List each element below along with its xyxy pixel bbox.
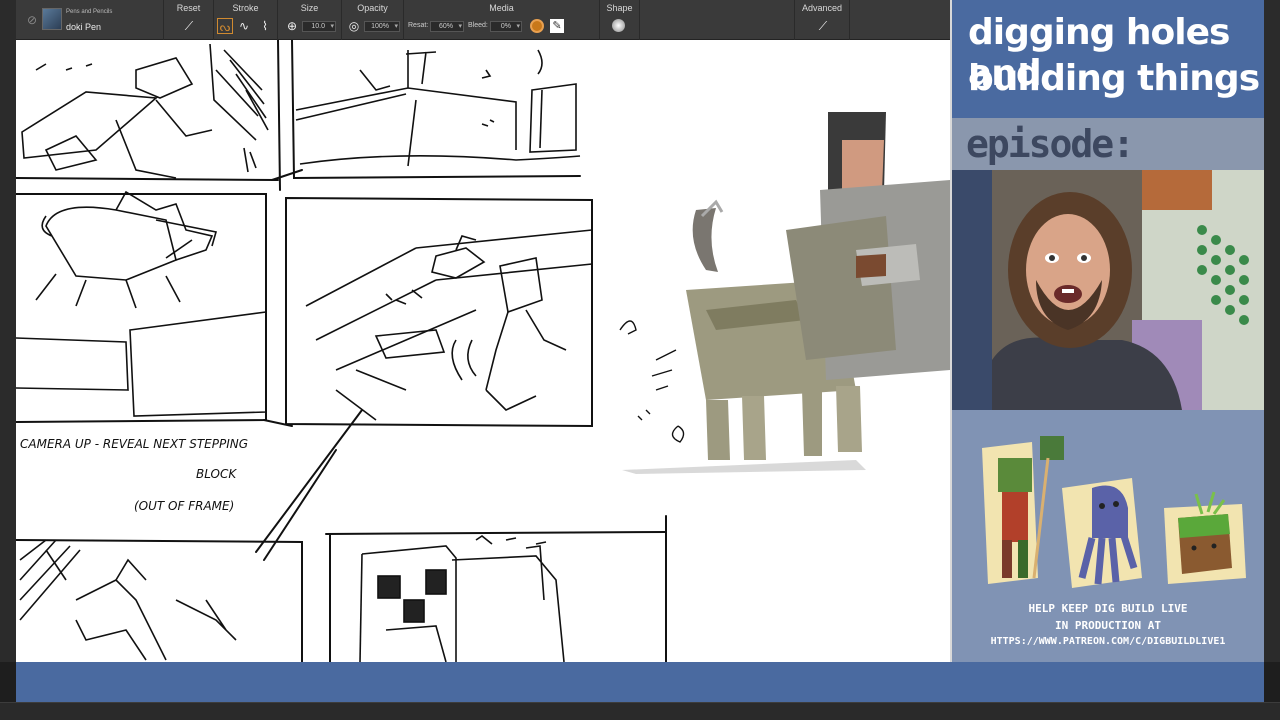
mascot-grass-block [1164, 491, 1246, 584]
show-title-line-2: building things [968, 58, 1260, 99]
brush-name: doki Pen [66, 22, 102, 32]
note-line-2: BLOCK [196, 467, 237, 481]
status-strip [0, 702, 1280, 720]
note-line-3: (OUT OF FRAME) [134, 499, 234, 513]
promo-line-2: IN PRODUCTION AT [1055, 619, 1161, 632]
brush-icon [42, 8, 62, 30]
opacity-icon: ◎ [348, 19, 360, 33]
bleed-value: 0% [500, 23, 511, 30]
sketch-panel-4 [305, 229, 593, 421]
sketch-panel-5 [19, 539, 237, 661]
media-section: Media Resat: 60% ▾ Bleed: 0% ▾ ✎ [404, 0, 600, 40]
resat-label: Resat: [408, 22, 429, 29]
webcam-image [952, 170, 1264, 410]
mascot-squid [1062, 478, 1142, 588]
shape-icon[interactable] [612, 19, 625, 32]
note-line-1: CAMERA UP - REVEAL NEXT STEPPING [20, 437, 248, 451]
stroke-type-icon[interactable]: ᔓ [217, 18, 233, 34]
sketch-panel-1 [21, 43, 269, 179]
opacity-field[interactable]: 100% ▾ [364, 21, 400, 32]
stream-overlay-panel: digging holes and building things episod… [950, 0, 1280, 662]
bottom-right-corner [1264, 662, 1280, 702]
promo-line-1: HELP KEEP DIG BUILD LIVE [1028, 602, 1188, 615]
advanced-section: Advanced ⟋ [794, 0, 850, 40]
patreon-url: HTTPS://WWW.PATREON.COM/C/DIGBUILDLIVE1 [990, 636, 1226, 647]
reset-label: Reset [176, 3, 201, 13]
brush-category-icon: ⊘ [26, 13, 38, 27]
bleed-field[interactable]: 0% ▾ [490, 21, 522, 32]
sketch-artwork: CAMERA UP - REVEAL NEXT STEPPING BLOCK (… [16, 40, 950, 662]
opacity-value: 100% [371, 23, 389, 30]
brush-property-bar: ⊘ Pens and Pencils doki Pen Reset ⟋ Stro… [16, 0, 950, 40]
bottom-banner [16, 662, 1264, 702]
right-edge-strip [1264, 0, 1280, 662]
title-box: digging holes and building things [952, 0, 1264, 118]
brush-category: Pens and Pencils [66, 9, 113, 15]
media-label: Media [489, 3, 514, 13]
panel-border [16, 177, 279, 181]
stroke-label: Stroke [232, 3, 259, 13]
wolf-painting [619, 112, 950, 474]
color-swatch-icon[interactable] [530, 19, 544, 33]
mascot-zombie [982, 436, 1064, 584]
resat-field[interactable]: 60% ▾ [430, 21, 464, 32]
patreon-promo: HELP KEEP DIG BUILD LIVE IN PRODUCTION A… [952, 410, 1264, 662]
size-label: Size [300, 3, 319, 13]
resat-value: 60% [438, 23, 453, 30]
stroke-type-alt-icon[interactable]: ∿ [236, 18, 252, 34]
bottom-left-corner [0, 662, 16, 702]
episode-box: episode: stream [952, 118, 1264, 210]
mascot-art [982, 436, 1246, 588]
advanced-icon[interactable]: ⟋ [815, 18, 831, 34]
size-field[interactable]: 10.0 ▾ [302, 21, 336, 32]
bleed-label: Bleed: [468, 22, 488, 29]
advanced-label: Advanced [801, 3, 843, 13]
reset-section: Reset ⟋ [164, 0, 214, 40]
size-value: 10.0 [311, 23, 325, 30]
stroke-section: Stroke ᔓ ∿ ⌇ [214, 0, 278, 40]
shape-label: Shape [606, 3, 633, 13]
brush-selector[interactable]: ⊘ Pens and Pencils doki Pen [16, 0, 164, 40]
screen: ⊘ Pens and Pencils doki Pen Reset ⟋ Stro… [0, 0, 1280, 720]
sketch-panel-3 [16, 190, 267, 417]
size-section: Size ⊕ 10.0 ▾ [278, 0, 342, 40]
sketch-panel-6 [359, 535, 565, 662]
sketch-panel-2 [295, 49, 581, 167]
opacity-section: Opacity ◎ 100% ▾ [342, 0, 404, 40]
opacity-label: Opacity [357, 3, 388, 13]
drawing-canvas[interactable]: CAMERA UP - REVEAL NEXT STEPPING BLOCK (… [16, 40, 950, 662]
left-edge-strip [0, 0, 16, 662]
webcam-feed [952, 170, 1264, 410]
stroke-path-icon[interactable]: ⌇ [257, 18, 273, 34]
eyedropper-icon[interactable]: ✎ [550, 19, 564, 33]
size-icon: ⊕ [286, 19, 298, 33]
shape-section: Shape [600, 0, 640, 40]
reset-brush-icon[interactable]: ⟋ [181, 18, 197, 34]
handwritten-note: CAMERA UP - REVEAL NEXT STEPPING BLOCK (… [20, 437, 248, 513]
